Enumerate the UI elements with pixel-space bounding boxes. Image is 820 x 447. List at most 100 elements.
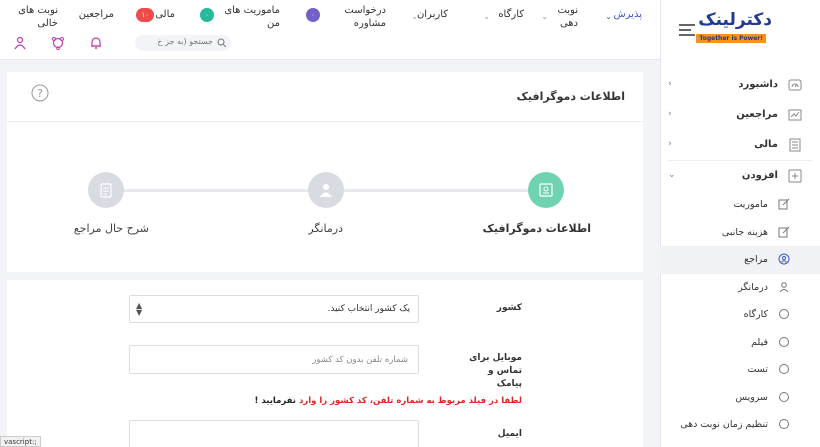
sidebar-subitem-label: ماموریت [733,199,768,210]
circle-icon [779,336,789,347]
chevron-down-icon: ⌄ [411,12,418,21]
sidebar-subitem-label: تست [747,364,768,375]
country-select[interactable]: یک کشور انتخاب کنید. ▲ ▼ [129,295,419,323]
topnav-users[interactable]: کاربران [417,8,448,21]
chevron-down-icon: ⌄ [668,170,676,180]
sidebar-subitem-label: کارگاه [743,309,768,320]
search-input[interactable] [143,37,213,46]
demographic-form: کشور یک کشور انتخاب کنید. ▲ ▼ موبایل برای… [7,280,643,447]
mobile-label-line1: موبایل برای تماس و [469,353,522,376]
sidebar-subitem-film[interactable]: فیلم [660,329,820,357]
chevron-left-icon: ‹ [668,109,672,119]
topnav-empty-line1: نوبت های [18,5,58,16]
mobile-input[interactable] [129,345,419,374]
step-history[interactable] [88,172,124,208]
consult-count-badge: ۰ [306,8,320,22]
chevron-left-icon: ‹ [668,79,672,89]
id-card-icon [539,183,553,197]
page-title: اطلاعات دموگرافیک [516,90,625,103]
mobile-label: موبایل برای تماس و پیامک [442,352,522,391]
topnav-consult-line2: مشاوره [353,18,386,29]
topnav-workshop[interactable]: کارگاه [498,8,524,21]
sidebar-subitem-extra-cost[interactable]: هزینه جانبی [660,219,820,247]
step-label-demographic: اطلاعات دموگرافیک [482,222,591,235]
plus-square-icon [788,169,802,183]
chevron-left-icon: ‹ [668,139,672,149]
select-arrows-icon: ▲ ▼ [136,301,143,317]
sidebar-subitem-label: درمانگر [738,281,768,293]
missions-count-badge: ۰ [200,8,214,22]
topnav-empty-line2: خالی [37,18,58,29]
edit-icon [778,198,790,210]
phone-warning-text: لطفا در فیلد مربوط به شماره تلفن، کد کشو… [298,396,522,406]
sidebar-item-finance[interactable]: مالی ‹ [660,130,820,160]
topnav-appointment[interactable]: نوبت دهی [557,4,578,30]
circle-icon [779,364,789,374]
topnav-reception[interactable]: پذیرش [613,8,642,21]
topbar: پذیرش ⌄ نوبت دهی ⌄ کارگاه ⌄ کاربران ⌄ در… [0,0,660,60]
sidebar-subitem-therapist[interactable]: درمانگر [660,274,820,302]
email-input[interactable] [129,420,419,447]
topnav-consult-line1: درخواست [344,5,386,16]
chevron-down-icon: ⌄ [483,12,490,21]
sidebar-item-dashboard[interactable]: داشبورد ‹ [660,70,820,100]
support-icon[interactable] [51,36,65,50]
card-header: اطلاعات دموگرافیک ? [7,72,643,122]
chart-icon [788,109,802,121]
person-icon [779,281,789,292]
logo[interactable]: دکترلینک Together is Power! [696,10,772,48]
sidebar-subitem-label: سرویس [735,391,768,403]
money-icon [789,138,801,152]
sidebar-subitem-service[interactable]: سرویس [660,384,820,412]
sidebar-subitem-label: مراجع [744,254,768,265]
sidebar-item-clients[interactable]: مراجعین ‹ [660,100,820,130]
sidebar-item-label: افزودن [741,170,778,181]
mobile-label-line2: پیامک [496,379,522,389]
topnav-missions-line1: ماموریت های [224,5,280,16]
chevron-down-icon: ⌄ [541,12,548,21]
circle-icon [779,309,789,319]
step-therapist[interactable] [308,172,344,208]
search-box [135,35,231,51]
bell-icon[interactable] [89,36,103,50]
sidebar-subitem-mission[interactable]: ماموریت [660,191,820,219]
user-profile-icon[interactable] [13,36,27,50]
chevron-down-icon: ⌄ [605,12,612,21]
wizard-steps: اطلاعات دموگرافیک درمانگر شرح حال مراجع [7,122,643,272]
sidebar-subitem-workshop[interactable]: کارگاه [660,301,820,329]
country-label: کشور [496,303,522,313]
topnav-clients[interactable]: مراجعین [79,8,114,21]
sidebar-subitem-label: فیلم [751,336,768,348]
topnav-missions-line2: من [267,18,280,29]
menu-toggle-icon[interactable] [679,24,695,36]
circle-icon [779,391,789,402]
topnav-empty-slots[interactable]: نوبت های خالی [18,4,58,30]
sidebar-item-label: داشبورد [738,79,778,90]
sidebar-subitem-label: تنظیم زمان نوبت دهی [680,419,768,430]
phone-warning-emphasis: نفرمایید ! [254,396,296,406]
search-icon[interactable] [217,38,227,48]
topnav-finance[interactable]: مالی [155,8,175,21]
topnav-missions[interactable]: ماموریت های من [224,4,280,30]
sidebar-item-label: مراجعین [736,109,778,120]
country-select-value: یک کشور انتخاب کنید. [327,304,411,314]
sidebar-nav: داشبورد ‹ مراجعین ‹ مالی ‹ افزودن ⌄ مامو… [660,70,820,439]
help-icon[interactable]: ? [31,84,49,102]
sidebar-item-add[interactable]: افزودن ⌄ [660,161,820,191]
sidebar-subitem-schedule[interactable]: تنظیم زمان نوبت دهی [660,411,820,439]
step-demographic[interactable] [528,172,564,208]
step-label-therapist: درمانگر [308,222,343,235]
topnav-appointment-line1: نوبت [557,5,578,16]
sidebar-subitem-test[interactable]: تست [660,356,820,384]
sidebar: دکترلینک Together is Power! داشبورد ‹ مر… [660,0,820,447]
sidebar-subitem-client[interactable]: مراجع [660,246,820,274]
edit-icon [778,226,790,237]
browser-status-bar: vascript:; [0,436,41,447]
circle-icon [779,419,789,429]
finance-count-badge: ۱۰ [136,8,154,22]
topnav-consult[interactable]: درخواست مشاوره [344,4,386,30]
logo-text: دکترلینک [698,10,772,30]
user-badge-icon [778,253,790,265]
logo-tagline: Together is Power! [696,34,766,43]
step-label-history: شرح حال مراجع [73,222,149,235]
